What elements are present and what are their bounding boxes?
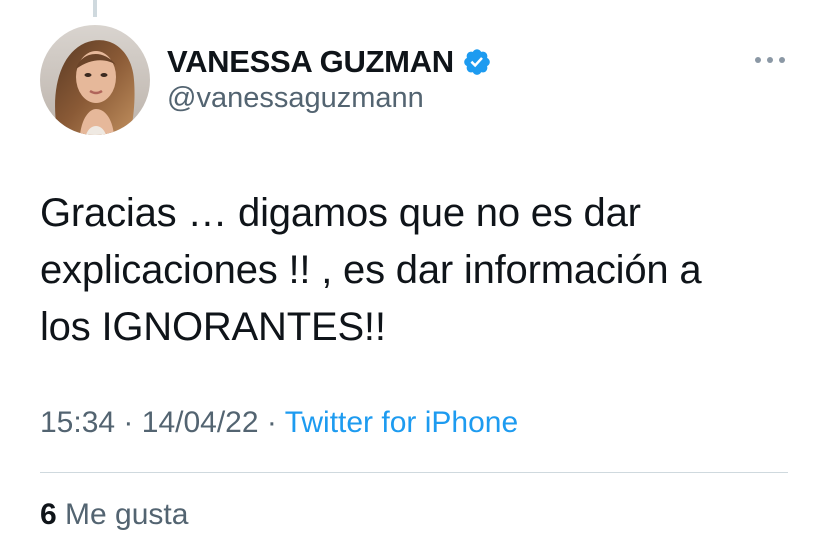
- separator-dot: ·: [123, 406, 134, 439]
- divider: [40, 472, 788, 473]
- verified-badge-icon: [462, 47, 492, 77]
- tweet-text-line: los IGNORANTES!!: [40, 305, 386, 349]
- tweet-text-line: Gracias … digamos que no es dar: [40, 191, 641, 235]
- tweet-time[interactable]: 15:34: [40, 406, 115, 439]
- tweet-source-link[interactable]: Twitter for iPhone: [285, 406, 518, 439]
- thread-connector-line: [93, 0, 97, 17]
- likes-count: 6: [40, 498, 57, 531]
- tweet-metadata: 15:34 · 14/04/22 · Twitter for iPhone: [40, 406, 518, 440]
- display-name[interactable]: VANESSA GUZMAN: [167, 44, 454, 80]
- author-handle[interactable]: @vanessaguzmann: [167, 82, 424, 115]
- likes-label: Me gusta: [65, 498, 189, 531]
- tweet-date[interactable]: 14/04/22: [142, 406, 259, 439]
- tweet-text-line: explicaciones !! , es dar información a: [40, 248, 702, 292]
- more-options-button[interactable]: [750, 48, 790, 72]
- more-horizontal-icon: [755, 57, 785, 63]
- author-name-row[interactable]: VANESSA GUZMAN: [167, 42, 492, 82]
- separator-dot: ·: [266, 406, 277, 439]
- profile-photo: [40, 25, 150, 135]
- tweet-text: Gracias … digamos que no es dar explicac…: [40, 185, 800, 356]
- avatar[interactable]: [40, 25, 150, 135]
- likes-stat[interactable]: 6 Me gusta: [40, 498, 188, 532]
